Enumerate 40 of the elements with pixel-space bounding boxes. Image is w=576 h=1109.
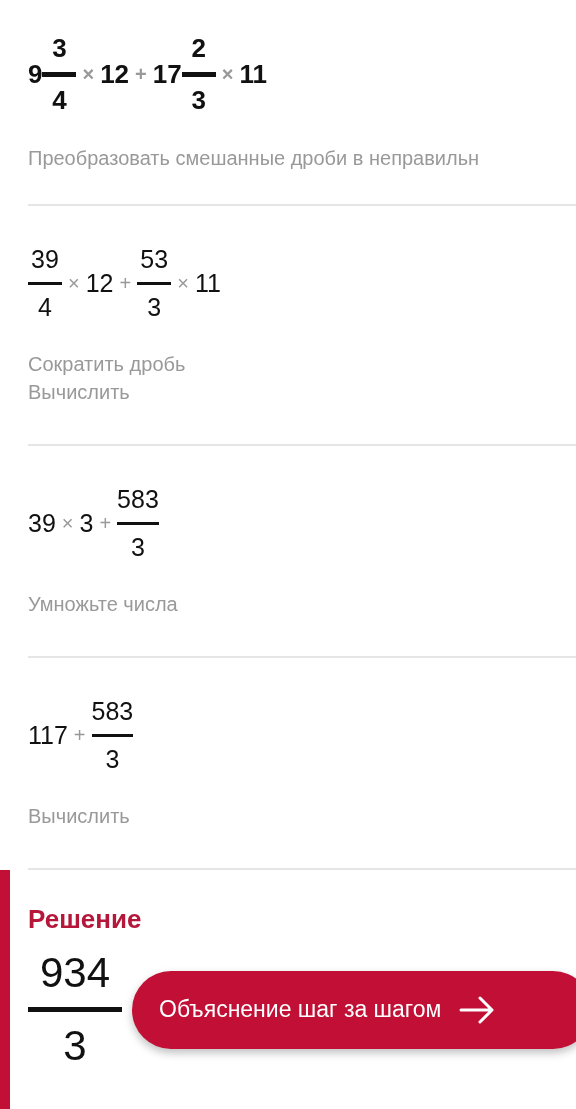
number: 12 — [85, 268, 114, 298]
denominator: 3 — [63, 1022, 87, 1070]
operator: × — [61, 511, 74, 535]
numerator: 3 — [52, 32, 67, 64]
numerator: 53 — [140, 244, 169, 274]
operator: + — [135, 62, 147, 86]
step-note: Преобразовать смешанные дроби в неправильн — [28, 145, 481, 171]
step-note: Умножьте числа — [28, 591, 179, 617]
numerator: 583 — [91, 696, 134, 726]
whole-number: 17 — [152, 58, 182, 90]
step-by-step-button[interactable]: Объяснение шаг за шагом — [132, 970, 576, 1049]
operator: + — [73, 723, 86, 747]
step-note: Сократить дробь — [28, 351, 187, 377]
number: 11 — [194, 268, 221, 298]
numerator: 2 — [191, 32, 206, 64]
numerator: 39 — [31, 244, 59, 274]
number: 12 — [100, 58, 130, 90]
operator: × — [68, 271, 80, 295]
step-note: Вычислить — [28, 379, 131, 405]
number: 117 — [28, 720, 68, 750]
denominator: 4 — [52, 84, 67, 116]
whole-number: 9 — [28, 58, 43, 90]
operator: + — [99, 511, 112, 535]
operator: + — [119, 271, 132, 295]
denominator: 3 — [147, 292, 162, 322]
operator: × — [177, 271, 189, 295]
denominator: 3 — [105, 744, 120, 774]
denominator: 4 — [38, 292, 52, 322]
solution-title: Решение — [28, 904, 143, 935]
step-note: Вычислить — [28, 803, 131, 829]
number: 11 — [239, 58, 267, 90]
denominator: 3 — [131, 532, 145, 562]
numerator: 583 — [117, 484, 159, 514]
numerator: 934 — [39, 949, 111, 997]
denominator: 3 — [191, 84, 206, 116]
operator: × — [82, 62, 95, 86]
number: 3 — [79, 508, 94, 538]
number: 39 — [28, 508, 56, 538]
operator: × — [221, 62, 234, 86]
arrow-right-icon — [459, 995, 496, 1024]
